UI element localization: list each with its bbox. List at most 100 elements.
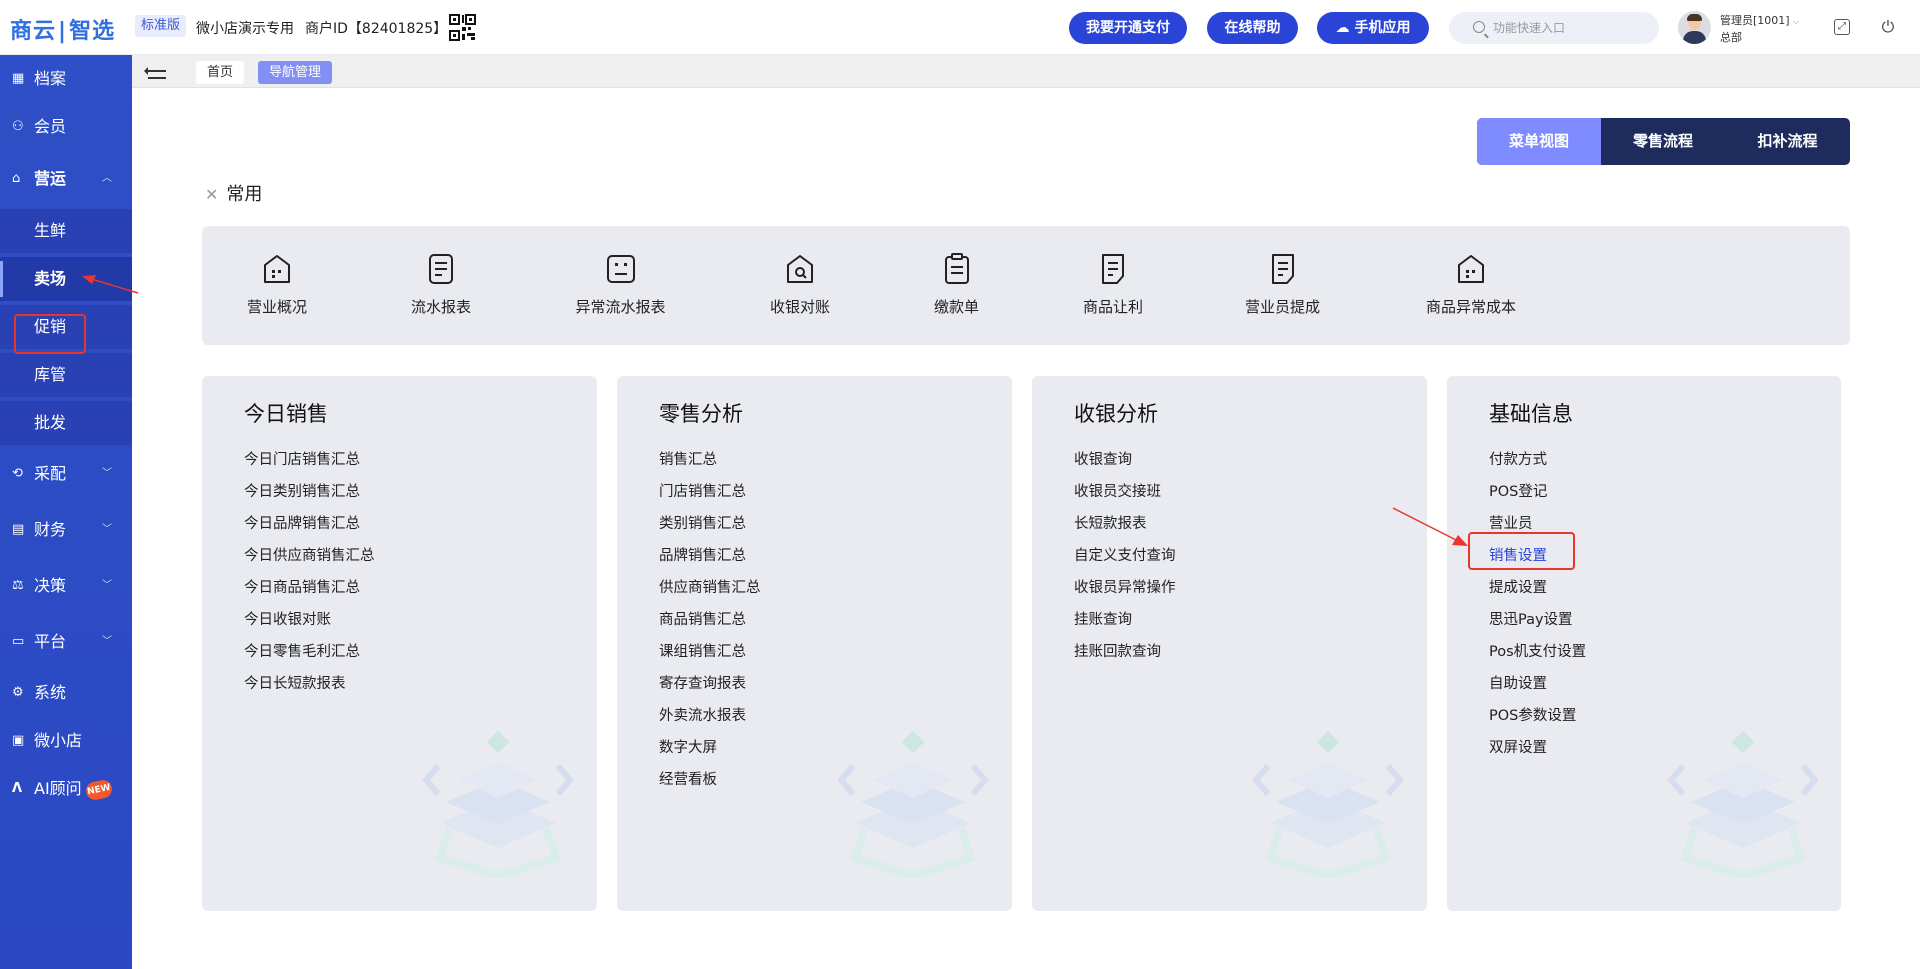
shop-icon: ▣: [12, 733, 25, 748]
store-name: 微小店演示专用: [196, 21, 294, 37]
decorative-illustration: [422, 730, 574, 878]
card-link[interactable]: 提成设置: [1489, 572, 1586, 604]
card-link[interactable]: 挂账查询: [1074, 604, 1176, 636]
card-link[interactable]: 今日收银对账: [244, 604, 375, 636]
quick-access-business-overview[interactable]: 营业概况: [242, 252, 312, 317]
finance-icon: ▤: [12, 522, 25, 537]
qr-code-icon[interactable]: [449, 14, 476, 41]
card-cashier-analysis: 收银分析 收银查询 收银员交接班 长短款报表 自定义支付查询 收银员异常操作 挂…: [1032, 376, 1427, 911]
sidebar-subitem-fresh[interactable]: 生鲜: [0, 209, 132, 253]
tab-home[interactable]: 首页: [196, 61, 245, 84]
card-link[interactable]: 类别销售汇总: [659, 508, 761, 540]
card-link[interactable]: 付款方式: [1489, 444, 1586, 476]
ai-icon: Ʌ: [12, 781, 23, 796]
search-placeholder: 功能快速入口: [1493, 21, 1566, 35]
card-link[interactable]: 今日门店销售汇总: [244, 444, 375, 476]
sidebar-item-platform[interactable]: ▭ 平台 ﹀: [0, 620, 132, 664]
tab-navigation-management[interactable]: 导航管理: [258, 61, 333, 84]
card-link[interactable]: 经营看板: [659, 764, 761, 796]
sidebar-subitem-inventory[interactable]: 库管: [0, 353, 132, 397]
highlight-box-store: [14, 314, 86, 354]
sidebar-item-micro-shop[interactable]: ▣ 微小店: [0, 719, 132, 763]
card-link[interactable]: 销售汇总: [659, 444, 761, 476]
online-help-button[interactable]: 在线帮助: [1207, 12, 1298, 44]
sidebar: ▦ 档案 ⚇ 会员 ⌂ 营运 ︿ 生鲜 卖场 促销 库管 批发 ⟲ 采配 ﹀ ▤…: [0, 55, 132, 969]
sidebar-item-finance[interactable]: ▤ 财务 ﹀: [0, 508, 132, 552]
commission-doc-icon: [1271, 254, 1294, 284]
decorative-illustration: [1667, 730, 1819, 878]
card-link[interactable]: 自助设置: [1489, 668, 1586, 700]
card-link[interactable]: 今日供应商销售汇总: [244, 540, 375, 572]
chevron-down-icon: ﹀: [102, 468, 112, 479]
card-link[interactable]: 商品销售汇总: [659, 604, 761, 636]
card-link[interactable]: 今日品牌销售汇总: [244, 508, 375, 540]
quick-access-payment-slip[interactable]: 缴款单: [929, 252, 984, 317]
quick-access-product-abnormal-cost[interactable]: 商品异常成本: [1421, 252, 1521, 317]
pin-icon[interactable]: ✕: [205, 185, 218, 204]
sidebar-subitem-store[interactable]: 卖场: [0, 257, 132, 301]
enable-payment-button[interactable]: 我要开通支付: [1069, 12, 1187, 44]
chevron-up-icon: ︿: [102, 173, 112, 184]
mobile-app-button[interactable]: ☁ 手机应用: [1317, 12, 1429, 44]
card-link[interactable]: 今日长短款报表: [244, 668, 375, 700]
card-link[interactable]: Pos机支付设置: [1489, 636, 1586, 668]
quick-access-abnormal-flow-report[interactable]: 异常流水报表: [568, 252, 673, 317]
card-link[interactable]: 挂账回款查询: [1074, 636, 1176, 668]
sidebar-item-decision[interactable]: ⚖ 决策 ﹀: [0, 564, 132, 608]
report-icon: [429, 254, 453, 284]
card-link[interactable]: 收银员交接班: [1074, 476, 1176, 508]
decorative-illustration: [837, 730, 989, 878]
card-link-list: 收银查询 收银员交接班 长短款报表 自定义支付查询 收银员异常操作 挂账查询 挂…: [1074, 444, 1176, 668]
retail-flow-button[interactable]: 零售流程: [1601, 118, 1725, 165]
menu-collapse-icon[interactable]: [144, 63, 166, 79]
quick-access-salesperson-commission[interactable]: 营业员提成: [1240, 252, 1325, 317]
sidebar-item-ai-advisor[interactable]: Ʌ AI顾问 NEW: [0, 767, 132, 811]
card-link[interactable]: 今日零售毛利汇总: [244, 636, 375, 668]
view-toggle: 菜单视图 零售流程 扣补流程: [1477, 118, 1850, 165]
card-link[interactable]: 双屏设置: [1489, 732, 1586, 764]
menu-view-button[interactable]: 菜单视图: [1477, 118, 1601, 165]
logo: 商云|智选: [10, 19, 116, 44]
sidebar-item-archive[interactable]: ▦ 档案: [0, 57, 132, 101]
user-name[interactable]: 管理员[1001] ⌵: [1720, 12, 1799, 28]
chevron-down-icon: ﹀: [102, 524, 112, 535]
quick-access-product-discount[interactable]: 商品让利: [1078, 252, 1148, 317]
card-link[interactable]: 外卖流水报表: [659, 700, 761, 732]
card-link[interactable]: 供应商销售汇总: [659, 572, 761, 604]
card-link[interactable]: 课组销售汇总: [659, 636, 761, 668]
quick-access-flow-report[interactable]: 流水报表: [406, 252, 476, 317]
sidebar-item-purchase[interactable]: ⟲ 采配 ﹀: [0, 452, 132, 496]
decision-icon: ⚖: [12, 578, 24, 593]
card-link[interactable]: 寄存查询报表: [659, 668, 761, 700]
card-link[interactable]: 品牌销售汇总: [659, 540, 761, 572]
card-link[interactable]: 长短款报表: [1074, 508, 1176, 540]
quick-access-cashier-reconciliation[interactable]: 收银对账: [765, 252, 835, 317]
member-icon: ⚇: [12, 119, 24, 134]
search-input[interactable]: 功能快速入口: [1449, 12, 1659, 44]
common-section-title: ✕ 常用: [205, 184, 263, 205]
card-link[interactable]: 今日类别销售汇总: [244, 476, 375, 508]
card-link[interactable]: 收银查询: [1074, 444, 1176, 476]
card-link[interactable]: 门店销售汇总: [659, 476, 761, 508]
card-today-sales: 今日销售 今日门店销售汇总 今日类别销售汇总 今日品牌销售汇总 今日供应商销售汇…: [202, 376, 597, 911]
sidebar-item-system[interactable]: ⚙ 系统: [0, 671, 132, 715]
deduct-flow-button[interactable]: 扣补流程: [1725, 118, 1850, 165]
card-link-list: 今日门店销售汇总 今日类别销售汇总 今日品牌销售汇总 今日供应商销售汇总 今日商…: [244, 444, 375, 700]
card-link[interactable]: POS登记: [1489, 476, 1586, 508]
card-link[interactable]: 今日商品销售汇总: [244, 572, 375, 604]
decorative-illustration: [1252, 730, 1404, 878]
card-link[interactable]: 思迅Pay设置: [1489, 604, 1586, 636]
sidebar-item-member[interactable]: ⚇ 会员: [0, 105, 132, 149]
card-link[interactable]: POS参数设置: [1489, 700, 1586, 732]
card-link[interactable]: 收银员异常操作: [1074, 572, 1176, 604]
card-link[interactable]: 自定义支付查询: [1074, 540, 1176, 572]
avatar[interactable]: [1678, 11, 1711, 44]
power-icon[interactable]: ⏻: [1878, 17, 1898, 37]
system-icon: ⚙: [12, 685, 24, 700]
card-title: 基础信息: [1489, 402, 1573, 426]
card-basic-info: 基础信息 付款方式 POS登记 营业员 销售设置 提成设置 思迅Pay设置 Po…: [1447, 376, 1841, 911]
card-link[interactable]: 数字大屏: [659, 732, 761, 764]
expand-icon[interactable]: ⤢: [1834, 19, 1850, 35]
sidebar-subitem-wholesale[interactable]: 批发: [0, 401, 132, 445]
sidebar-item-operations[interactable]: ⌂ 营运 ︿: [0, 157, 132, 201]
